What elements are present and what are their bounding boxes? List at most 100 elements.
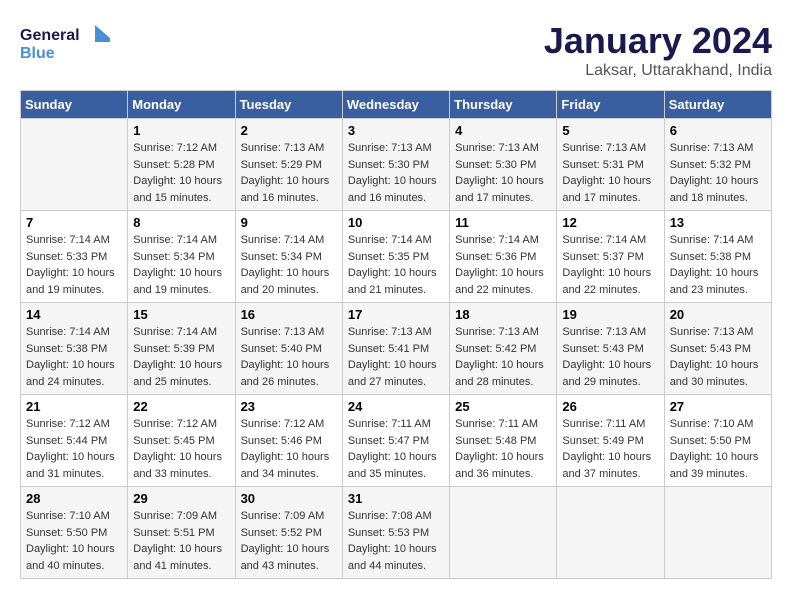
day-info: Sunrise: 7:14 AMSunset: 5:33 PMDaylight:… [26, 232, 122, 298]
calendar-cell: 12 Sunrise: 7:14 AMSunset: 5:37 PMDayligh… [557, 211, 664, 303]
week-row-1: 1 Sunrise: 7:12 AMSunset: 5:28 PMDaylight… [21, 119, 772, 211]
calendar-cell: 7 Sunrise: 7:14 AMSunset: 5:33 PMDaylight… [21, 211, 128, 303]
day-number: 14 [26, 307, 122, 322]
weekday-header-monday: Monday [128, 91, 235, 119]
day-info: Sunrise: 7:08 AMSunset: 5:53 PMDaylight:… [348, 508, 444, 574]
day-number: 12 [562, 215, 658, 230]
calendar-cell: 24 Sunrise: 7:11 AMSunset: 5:47 PMDayligh… [342, 395, 449, 487]
day-number: 27 [670, 399, 766, 414]
calendar-cell: 14 Sunrise: 7:14 AMSunset: 5:38 PMDayligh… [21, 303, 128, 395]
calendar-cell: 9 Sunrise: 7:14 AMSunset: 5:34 PMDaylight… [235, 211, 342, 303]
month-title: January 2024 [544, 20, 772, 62]
day-number: 25 [455, 399, 551, 414]
day-number: 10 [348, 215, 444, 230]
day-info: Sunrise: 7:09 AMSunset: 5:52 PMDaylight:… [241, 508, 337, 574]
calendar-cell: 1 Sunrise: 7:12 AMSunset: 5:28 PMDaylight… [128, 119, 235, 211]
day-info: Sunrise: 7:12 AMSunset: 5:46 PMDaylight:… [241, 416, 337, 482]
calendar-cell: 17 Sunrise: 7:13 AMSunset: 5:41 PMDayligh… [342, 303, 449, 395]
calendar-table: SundayMondayTuesdayWednesdayThursdayFrid… [20, 90, 772, 579]
day-info: Sunrise: 7:13 AMSunset: 5:42 PMDaylight:… [455, 324, 551, 390]
day-number: 20 [670, 307, 766, 322]
location: Laksar, Uttarakhand, India [544, 62, 772, 80]
weekday-header-saturday: Saturday [664, 91, 771, 119]
day-info: Sunrise: 7:10 AMSunset: 5:50 PMDaylight:… [670, 416, 766, 482]
day-info: Sunrise: 7:14 AMSunset: 5:37 PMDaylight:… [562, 232, 658, 298]
day-number: 19 [562, 307, 658, 322]
calendar-cell: 11Sunrise: 7:14 AMSunset: 5:36 PMDayligh… [450, 211, 557, 303]
day-number: 8 [133, 215, 229, 230]
day-number: 6 [670, 123, 766, 138]
day-number: 3 [348, 123, 444, 138]
day-number: 22 [133, 399, 229, 414]
day-number: 17 [348, 307, 444, 322]
day-number: 31 [348, 491, 444, 506]
calendar-cell: 22 Sunrise: 7:12 AMSunset: 5:45 PMDayligh… [128, 395, 235, 487]
day-info: Sunrise: 7:13 AMSunset: 5:30 PMDaylight:… [348, 140, 444, 206]
calendar-cell: 10Sunrise: 7:14 AMSunset: 5:35 PMDayligh… [342, 211, 449, 303]
weekday-header-tuesday: Tuesday [235, 91, 342, 119]
calendar-cell: 30Sunrise: 7:09 AMSunset: 5:52 PMDayligh… [235, 487, 342, 579]
day-number: 4 [455, 123, 551, 138]
calendar-cell: 25 Sunrise: 7:11 AMSunset: 5:48 PMDayligh… [450, 395, 557, 487]
calendar-cell: 31 Sunrise: 7:08 AMSunset: 5:53 PMDayligh… [342, 487, 449, 579]
calendar-cell: 20 Sunrise: 7:13 AMSunset: 5:43 PMDayligh… [664, 303, 771, 395]
calendar-body: 1 Sunrise: 7:12 AMSunset: 5:28 PMDaylight… [21, 119, 772, 579]
calendar-cell: 15 Sunrise: 7:14 AMSunset: 5:39 PMDayligh… [128, 303, 235, 395]
logo-svg: General Blue [20, 20, 110, 65]
calendar-cell: 4Sunrise: 7:13 AMSunset: 5:30 PMDaylight… [450, 119, 557, 211]
calendar-cell [21, 119, 128, 211]
day-info: Sunrise: 7:13 AMSunset: 5:31 PMDaylight:… [562, 140, 658, 206]
week-row-5: 28Sunrise: 7:10 AMSunset: 5:50 PMDayligh… [21, 487, 772, 579]
day-info: Sunrise: 7:14 AMSunset: 5:38 PMDaylight:… [26, 324, 122, 390]
day-info: Sunrise: 7:14 AMSunset: 5:39 PMDaylight:… [133, 324, 229, 390]
day-number: 15 [133, 307, 229, 322]
day-number: 5 [562, 123, 658, 138]
day-number: 1 [133, 123, 229, 138]
calendar-cell: 26Sunrise: 7:11 AMSunset: 5:49 PMDayligh… [557, 395, 664, 487]
day-info: Sunrise: 7:11 AMSunset: 5:48 PMDaylight:… [455, 416, 551, 482]
day-info: Sunrise: 7:13 AMSunset: 5:43 PMDaylight:… [670, 324, 766, 390]
day-info: Sunrise: 7:14 AMSunset: 5:34 PMDaylight:… [133, 232, 229, 298]
day-number: 7 [26, 215, 122, 230]
day-number: 29 [133, 491, 229, 506]
day-info: Sunrise: 7:12 AMSunset: 5:44 PMDaylight:… [26, 416, 122, 482]
calendar-cell: 8 Sunrise: 7:14 AMSunset: 5:34 PMDaylight… [128, 211, 235, 303]
day-info: Sunrise: 7:11 AMSunset: 5:49 PMDaylight:… [562, 416, 658, 482]
day-info: Sunrise: 7:12 AMSunset: 5:45 PMDaylight:… [133, 416, 229, 482]
logo: General Blue [20, 20, 110, 65]
title-section: January 2024 Laksar, Uttarakhand, India [544, 20, 772, 80]
day-info: Sunrise: 7:13 AMSunset: 5:41 PMDaylight:… [348, 324, 444, 390]
calendar-cell [557, 487, 664, 579]
day-number: 2 [241, 123, 337, 138]
svg-text:Blue: Blue [20, 45, 55, 62]
day-number: 23 [241, 399, 337, 414]
weekday-header-friday: Friday [557, 91, 664, 119]
day-info: Sunrise: 7:12 AMSunset: 5:28 PMDaylight:… [133, 140, 229, 206]
day-number: 16 [241, 307, 337, 322]
day-info: Sunrise: 7:11 AMSunset: 5:47 PMDaylight:… [348, 416, 444, 482]
calendar-cell [664, 487, 771, 579]
page-header: General Blue January 2024 Laksar, Uttara… [20, 20, 772, 80]
weekday-header-wednesday: Wednesday [342, 91, 449, 119]
weekday-row: SundayMondayTuesdayWednesdayThursdayFrid… [21, 91, 772, 119]
day-info: Sunrise: 7:10 AMSunset: 5:50 PMDaylight:… [26, 508, 122, 574]
day-info: Sunrise: 7:14 AMSunset: 5:38 PMDaylight:… [670, 232, 766, 298]
calendar-cell: 5 Sunrise: 7:13 AMSunset: 5:31 PMDaylight… [557, 119, 664, 211]
day-number: 9 [241, 215, 337, 230]
calendar-cell: 27 Sunrise: 7:10 AMSunset: 5:50 PMDayligh… [664, 395, 771, 487]
calendar-cell: 23 Sunrise: 7:12 AMSunset: 5:46 PMDayligh… [235, 395, 342, 487]
svg-text:General: General [20, 27, 80, 44]
week-row-3: 14 Sunrise: 7:14 AMSunset: 5:38 PMDayligh… [21, 303, 772, 395]
calendar-cell: 21Sunrise: 7:12 AMSunset: 5:44 PMDayligh… [21, 395, 128, 487]
day-info: Sunrise: 7:14 AMSunset: 5:34 PMDaylight:… [241, 232, 337, 298]
day-number: 18 [455, 307, 551, 322]
day-number: 24 [348, 399, 444, 414]
calendar-cell: 28Sunrise: 7:10 AMSunset: 5:50 PMDayligh… [21, 487, 128, 579]
calendar-cell: 16Sunrise: 7:13 AMSunset: 5:40 PMDayligh… [235, 303, 342, 395]
week-row-4: 21Sunrise: 7:12 AMSunset: 5:44 PMDayligh… [21, 395, 772, 487]
day-info: Sunrise: 7:13 AMSunset: 5:32 PMDaylight:… [670, 140, 766, 206]
weekday-header-sunday: Sunday [21, 91, 128, 119]
calendar-cell: 13Sunrise: 7:14 AMSunset: 5:38 PMDayligh… [664, 211, 771, 303]
day-number: 11 [455, 215, 551, 230]
weekday-header-thursday: Thursday [450, 91, 557, 119]
